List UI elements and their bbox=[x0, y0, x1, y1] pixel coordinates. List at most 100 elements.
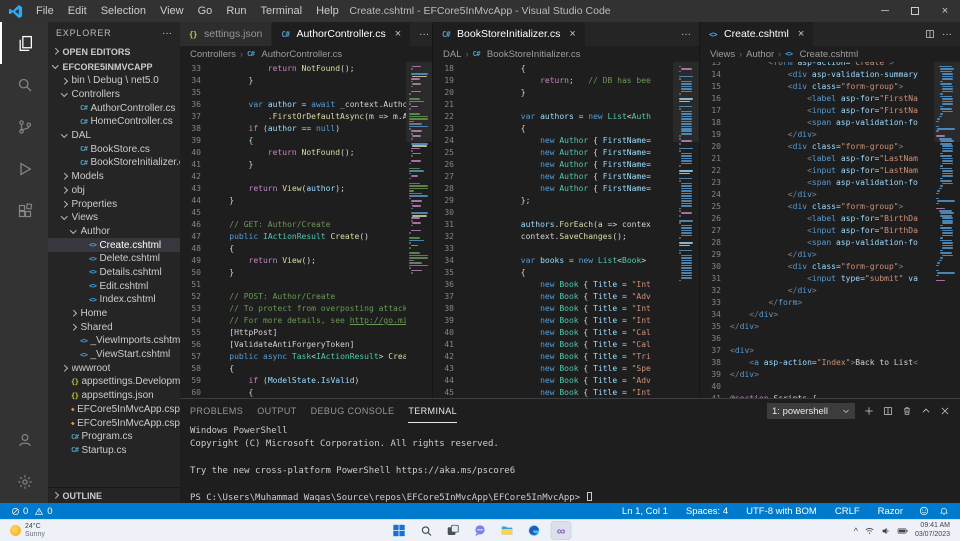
code-line[interactable]: 37<div> bbox=[700, 345, 934, 357]
code-line[interactable]: 56 [ValidateAntiForgeryToken] bbox=[180, 339, 406, 351]
taskbar-edge-icon[interactable] bbox=[524, 521, 545, 540]
kill-terminal-icon[interactable] bbox=[902, 406, 912, 416]
maximize-panel-icon[interactable] bbox=[921, 406, 931, 416]
code-line[interactable]: 39</div> bbox=[700, 369, 934, 381]
code-line[interactable]: 25 <div class="form-group"> bbox=[700, 201, 934, 213]
panel-tab-output[interactable]: OUTPUT bbox=[257, 399, 296, 423]
code-line[interactable]: 35</div> bbox=[700, 321, 934, 333]
minimap[interactable] bbox=[673, 62, 699, 398]
tree-item-dal[interactable]: DAL bbox=[48, 129, 180, 143]
new-terminal-icon[interactable] bbox=[864, 406, 874, 416]
code-line[interactable]: 21 <label asp-for="LastNam bbox=[700, 153, 934, 165]
code-line[interactable]: 14 <div asp-validation-summary bbox=[700, 69, 934, 81]
taskbar-visual-studio-icon[interactable]: ∞ bbox=[551, 521, 572, 540]
taskbar-clock[interactable]: 09:41 AM 03/07/2023 bbox=[915, 522, 950, 539]
code-line[interactable]: 23 <span asp-validation-fo bbox=[700, 177, 934, 189]
code-line[interactable]: 18 { bbox=[433, 63, 673, 75]
code-line[interactable]: 32 </div> bbox=[700, 285, 934, 297]
minimize-button[interactable]: ─ bbox=[870, 0, 900, 22]
menu-run[interactable]: Run bbox=[219, 0, 253, 22]
code-line[interactable]: 35 { bbox=[433, 267, 673, 279]
tree-item-models[interactable]: Models bbox=[48, 170, 180, 184]
volume-icon[interactable] bbox=[881, 526, 891, 536]
panel-tab-terminal[interactable]: TERMINAL bbox=[408, 399, 457, 423]
tab-create-cshtml[interactable]: <>Create.cshtml× bbox=[700, 22, 814, 46]
close-tab-icon[interactable]: × bbox=[798, 28, 804, 40]
code-line[interactable]: 27 <input asp-for="BirthDa bbox=[700, 225, 934, 237]
tree-item-bookstoreinitializer-cs[interactable]: C#BookStoreInitializer.cs bbox=[48, 156, 180, 170]
status-spaces-4[interactable]: Spaces: 4 bbox=[683, 503, 731, 519]
code-line[interactable]: 55 [HttpPost] bbox=[180, 327, 406, 339]
tree-item-appsettings-development-json[interactable]: {}appsettings.Development.json bbox=[48, 375, 180, 389]
code-line[interactable]: 20 <div class="form-group"> bbox=[700, 141, 934, 153]
tree-item-home[interactable]: Home bbox=[48, 307, 180, 321]
code-line[interactable]: 44 } bbox=[180, 195, 406, 207]
tree-item-details-cshtml[interactable]: <>Details.cshtml bbox=[48, 266, 180, 280]
more-actions-icon[interactable]: ··· bbox=[419, 29, 429, 40]
activity-search-icon[interactable] bbox=[0, 64, 48, 106]
code-line[interactable]: 39 new Book { Title = "Int bbox=[433, 315, 673, 327]
code-line[interactable]: 38 <a asp-action="Index">Back to List< bbox=[700, 357, 934, 369]
code-line[interactable]: 43 new Book { Title = "Spe bbox=[433, 363, 673, 375]
problems-status[interactable]: 0 0 bbox=[8, 503, 56, 519]
code-line[interactable]: 24 </div> bbox=[700, 189, 934, 201]
tree-item-appsettings-json[interactable]: {}appsettings.json bbox=[48, 389, 180, 403]
battery-icon[interactable] bbox=[897, 526, 909, 536]
code-line[interactable]: 54 // For more details, see http://go.mi… bbox=[180, 315, 406, 327]
status-utf-8-with-bom[interactable]: UTF-8 with BOM bbox=[743, 503, 820, 519]
code-line[interactable]: 50 } bbox=[180, 267, 406, 279]
open-editors-section[interactable]: OPEN EDITORS bbox=[48, 44, 180, 59]
code-line[interactable]: 36 new Book { Title = "Int bbox=[433, 279, 673, 291]
code-line[interactable]: 51 bbox=[180, 279, 406, 291]
code-line[interactable]: 33 bbox=[433, 243, 673, 255]
tree-item-authorcontroller-cs[interactable]: C#AuthorController.cs bbox=[48, 101, 180, 115]
code-line[interactable]: 13 <form asp-action="Create"> bbox=[700, 62, 934, 69]
code-lines[interactable]: 13 <form asp-action="Create">14 <div asp… bbox=[700, 62, 934, 398]
code-line[interactable]: 32 context.SaveChanges(); bbox=[433, 231, 673, 243]
tree-item-viewimports-cshtml[interactable]: <>_ViewImports.cshtml bbox=[48, 334, 180, 348]
notifications-bell-icon[interactable] bbox=[936, 503, 952, 519]
taskbar-start-icon[interactable] bbox=[389, 521, 410, 540]
tree-item-program-cs[interactable]: C#Program.cs bbox=[48, 430, 180, 444]
status-ln-1-col-1[interactable]: Ln 1, Col 1 bbox=[619, 503, 671, 519]
code-line[interactable]: 29 </div> bbox=[700, 249, 934, 261]
code-lines[interactable]: 18 {19 return; // DB has bee20 }2122 var… bbox=[433, 62, 673, 398]
tree-item-properties[interactable]: Properties bbox=[48, 197, 180, 211]
terminal-shell-select[interactable]: 1: powershell bbox=[767, 403, 855, 419]
code-line[interactable]: 21 bbox=[433, 99, 673, 111]
code-line[interactable]: 49 return View(); bbox=[180, 255, 406, 267]
code-line[interactable]: 35 bbox=[180, 87, 406, 99]
tree-item-create-cshtml[interactable]: <>Create.cshtml bbox=[48, 238, 180, 252]
minimap[interactable] bbox=[406, 62, 432, 398]
code-line[interactable]: 36 var author = await _context.Author bbox=[180, 99, 406, 111]
status-razor[interactable]: Razor bbox=[875, 503, 906, 519]
tree-item-edit-cshtml[interactable]: <>Edit.cshtml bbox=[48, 279, 180, 293]
code-line[interactable]: 43 return View(author); bbox=[180, 183, 406, 195]
tree-item-author[interactable]: Author bbox=[48, 225, 180, 239]
menu-file[interactable]: File bbox=[29, 0, 61, 22]
code-line[interactable]: 19 return; // DB has bee bbox=[433, 75, 673, 87]
code-line[interactable]: 37 new Book { Title = "Adv bbox=[433, 291, 673, 303]
activity-run-debug-icon[interactable] bbox=[0, 148, 48, 190]
terminal-output[interactable]: Windows PowerShellCopyright (C) Microsof… bbox=[180, 423, 960, 503]
code-line[interactable]: 28 new Author { FirstName= bbox=[433, 183, 673, 195]
code-line[interactable]: 60 { bbox=[180, 387, 406, 398]
close-panel-icon[interactable] bbox=[940, 406, 950, 416]
code-line[interactable]: 40 new Book { Title = "Cal bbox=[433, 327, 673, 339]
maximize-button[interactable] bbox=[900, 0, 930, 22]
tree-item-viewstart-cshtml[interactable]: <>_ViewStart.cshtml bbox=[48, 348, 180, 362]
code-line[interactable]: 42 new Book { Title = "Tri bbox=[433, 351, 673, 363]
taskbar-search-icon[interactable] bbox=[416, 521, 437, 540]
close-tab-icon[interactable]: × bbox=[395, 28, 401, 40]
code-line[interactable]: 40 bbox=[700, 381, 934, 393]
code-line[interactable]: 59 if (ModelState.IsValid) bbox=[180, 375, 406, 387]
activity-explorer-icon[interactable] bbox=[0, 22, 48, 64]
breadcrumb[interactable]: DAL›C#BookStoreInitializer.cs bbox=[433, 46, 699, 62]
code-line[interactable]: 33 return NotFound(); bbox=[180, 63, 406, 75]
code-line[interactable]: 45 new Book { Title = "Int bbox=[433, 387, 673, 398]
code-line[interactable]: 57 public async Task<IActionResult> Crea… bbox=[180, 351, 406, 363]
menu-view[interactable]: View bbox=[153, 0, 191, 22]
code-line[interactable]: 42 bbox=[180, 171, 406, 183]
tree-item-efcore5inmvcapp-csproj[interactable]: ◆EFCore5InMvcApp.csproj bbox=[48, 403, 180, 417]
code-line[interactable]: 20 } bbox=[433, 87, 673, 99]
